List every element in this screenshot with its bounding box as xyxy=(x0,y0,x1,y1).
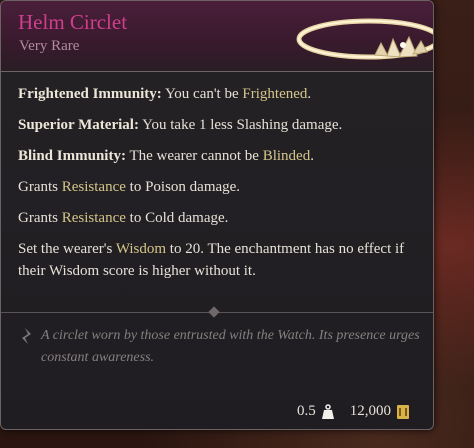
item-properties: Frightened Immunity: You can't be Fright… xyxy=(18,83,418,291)
tooltip-header: Helm Circlet Very Rare xyxy=(1,1,433,72)
gold-value: 12,000 xyxy=(349,403,391,419)
item-footer: 0.5 12,000 xyxy=(297,403,409,420)
item-name: Helm Circlet xyxy=(18,10,128,34)
property-wisdom: Set the wearer's Wisdom to 20. The encha… xyxy=(18,241,405,279)
property-blind-immunity: Blind Immunity: The wearer cannot be Bli… xyxy=(18,148,314,164)
property-cold-resistance: Grants Resistance to Cold damage. xyxy=(18,210,229,226)
item-rarity: Very Rare xyxy=(19,38,80,54)
circlet-icon xyxy=(296,18,433,60)
weight-value: 0.5 xyxy=(297,403,316,419)
keyword-link[interactable]: Resistance xyxy=(62,210,126,226)
keyword-link[interactable]: Resistance xyxy=(62,179,126,195)
property-poison-resistance: Grants Resistance to Poison damage. xyxy=(18,179,241,195)
quill-icon xyxy=(22,328,31,344)
weight-icon xyxy=(321,403,334,419)
keyword-link[interactable]: Blinded xyxy=(263,148,311,164)
keyword-link[interactable]: Wisdom xyxy=(116,241,166,257)
lore-text: A circlet worn by those entrusted with t… xyxy=(41,328,420,365)
property-frightened-immunity: Frightened Immunity: You can't be Fright… xyxy=(18,86,312,102)
divider-ornament xyxy=(208,306,220,318)
keyword-link[interactable]: Frightened xyxy=(242,86,307,102)
gold-icon xyxy=(397,404,409,419)
property-superior-material: Superior Material: You take 1 less Slash… xyxy=(18,117,343,133)
item-tooltip: Helm Circlet Very Rare Frightened Immuni… xyxy=(0,0,434,430)
